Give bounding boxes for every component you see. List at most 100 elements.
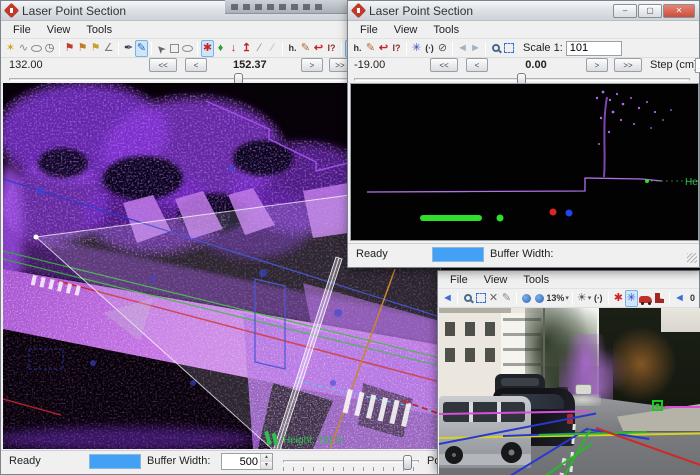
menu-tools[interactable]: Tools (515, 272, 557, 288)
ground-profile-line (367, 178, 662, 192)
history-clock-icon[interactable]: ◷ (43, 40, 56, 57)
new-star-icon[interactable]: ✶ (4, 40, 17, 57)
inspect-info-icon[interactable]: I? (390, 40, 403, 57)
red-point (550, 209, 557, 216)
undo-red-icon[interactable]: ↩ (312, 40, 325, 57)
rect-select-icon[interactable] (168, 40, 181, 57)
buffer-progress-bar (432, 247, 484, 262)
spin-up-icon[interactable]: ▲ (261, 454, 272, 462)
height-tool-icon[interactable]: h. (351, 40, 364, 57)
buffer-width-input[interactable] (222, 454, 260, 469)
next-all-button[interactable]: >> (614, 58, 642, 72)
section-titlebar[interactable]: Laser Point Section – ▢ ✕ (348, 1, 699, 21)
toolbar-separator (341, 42, 342, 55)
menu-tools[interactable]: Tools (425, 22, 467, 38)
zoom-in-circle-icon[interactable] (520, 290, 533, 307)
annotate-pencil-icon[interactable]: ✎ (299, 40, 312, 57)
angle-tool-icon[interactable]: ∠ (102, 40, 115, 57)
toolbar-separator (669, 292, 670, 305)
toolbar-separator (197, 42, 198, 55)
photo-minivan-wheel (501, 442, 522, 463)
status-slider[interactable] (283, 460, 419, 463)
inspect-info-icon[interactable]: I? (325, 40, 338, 57)
next-button[interactable]: > (301, 58, 323, 72)
oval-select-icon[interactable] (181, 40, 194, 57)
back-arrow-icon[interactable]: ◄ (441, 290, 454, 307)
window-photo: FileViewTools ◄✕✎13%▾☀▾(∙)✱✳◄0 (437, 270, 700, 475)
curve-icon[interactable]: ∿ (17, 40, 30, 57)
zoom-out-circle-icon[interactable] (533, 290, 546, 307)
resize-grip[interactable] (687, 253, 697, 263)
prev-arrow-icon[interactable]: ◄ (456, 40, 469, 57)
screen: Laser Point Section FileViewTools ✶∿◷⚑⚑⚑… (0, 0, 700, 475)
pan-pen-icon[interactable]: ✎ (500, 290, 513, 307)
cross-section-canvas: Heig (351, 84, 699, 241)
fit-view-icon[interactable] (502, 40, 515, 57)
minimize-button[interactable]: – (613, 4, 637, 18)
draw-section-pencil-icon[interactable]: ✎ (135, 40, 148, 57)
photo-menubar: FileViewTools (438, 271, 699, 289)
point-marker-red-icon[interactable]: ✱ (612, 290, 625, 307)
background-window-titlebar[interactable] (225, 0, 347, 14)
step-input[interactable] (695, 58, 700, 73)
slope-line-light-icon[interactable]: ∕ (266, 40, 279, 57)
boot-icon[interactable] (653, 290, 666, 307)
slope-line-icon[interactable]: ∕ (253, 40, 266, 57)
prev-all-button[interactable]: << (149, 58, 177, 72)
selected-point-marker[interactable] (652, 400, 663, 411)
fit-view-icon[interactable] (474, 290, 487, 307)
back-arrow2-icon[interactable]: ◄ (673, 290, 686, 307)
flag-orange-icon[interactable]: ⚑ (76, 40, 89, 57)
brightness-icon[interactable]: ☀▾ (576, 290, 592, 307)
spinner-arrows[interactable]: ▲▼ (260, 454, 272, 469)
zoom-level-label[interactable]: 13%▾ (546, 290, 569, 307)
position-slider[interactable] (354, 78, 690, 81)
green-diamond-icon[interactable]: ♦ (214, 40, 227, 57)
camera-photo-view[interactable] (439, 308, 700, 475)
close-button[interactable]: ✕ (663, 4, 695, 18)
zoom-region-icon[interactable]: ✕ (487, 290, 500, 307)
toolbar-separator (118, 42, 119, 55)
undo-red-icon[interactable]: ↩ (377, 40, 390, 57)
prev-button[interactable]: < (185, 58, 207, 72)
point-marker-red-icon[interactable]: ✱ (201, 40, 214, 57)
zoom-magnifier-icon[interactable] (461, 290, 474, 307)
menu-file[interactable]: File (352, 22, 386, 38)
height-label-clipped: Heig (685, 177, 699, 188)
next-arrow-icon[interactable]: ► (469, 40, 482, 57)
scale-input[interactable] (566, 41, 622, 56)
menu-view[interactable]: View (386, 22, 426, 38)
prev-all-button[interactable]: << (430, 58, 458, 72)
menu-view[interactable]: View (39, 22, 79, 38)
next-button[interactable]: > (586, 58, 608, 72)
select-cursor-icon[interactable]: ➤ (155, 40, 168, 57)
arrow-up-bar-red-icon[interactable]: ↥ (240, 40, 253, 57)
photo-minivan-wheel-front (445, 446, 463, 464)
arrow-down-red-icon[interactable]: ↓ (227, 40, 240, 57)
menu-view[interactable]: View (476, 272, 516, 288)
cross-section-view[interactable]: Heig (350, 83, 699, 241)
menu-tools[interactable]: Tools (78, 22, 120, 38)
menu-file[interactable]: File (442, 272, 476, 288)
zoom-magnifier-icon[interactable] (489, 40, 502, 57)
footsteps-icon[interactable]: (∙) (592, 290, 605, 307)
surveyor-icon[interactable]: ✒ (122, 40, 135, 57)
photo-suv-glass (501, 378, 539, 386)
car-icon[interactable] (638, 290, 653, 307)
ellipse-tool-icon[interactable] (30, 40, 43, 57)
scale-label: Scale 1: (523, 42, 563, 54)
point-marker-blue-icon[interactable]: ✳ (625, 290, 638, 307)
counter-label[interactable]: 0 (686, 290, 699, 307)
menu-file[interactable]: File (5, 22, 39, 38)
footsteps-icon[interactable]: (∙) (423, 40, 436, 57)
spin-down-icon[interactable]: ▼ (261, 462, 272, 470)
buffer-width-spinner[interactable]: ▲▼ (221, 453, 273, 470)
hide-glasses-icon[interactable]: ⊘ (436, 40, 449, 57)
height-tool-icon[interactable]: h. (286, 40, 299, 57)
prev-button[interactable]: < (466, 58, 488, 72)
annotate-pencil-icon[interactable]: ✎ (364, 40, 377, 57)
point-marker-blue-icon[interactable]: ✳ (410, 40, 423, 57)
maximize-button[interactable]: ▢ (638, 4, 662, 18)
flag-red-icon[interactable]: ⚑ (63, 40, 76, 57)
flag-yellow-icon[interactable]: ⚑ (89, 40, 102, 57)
